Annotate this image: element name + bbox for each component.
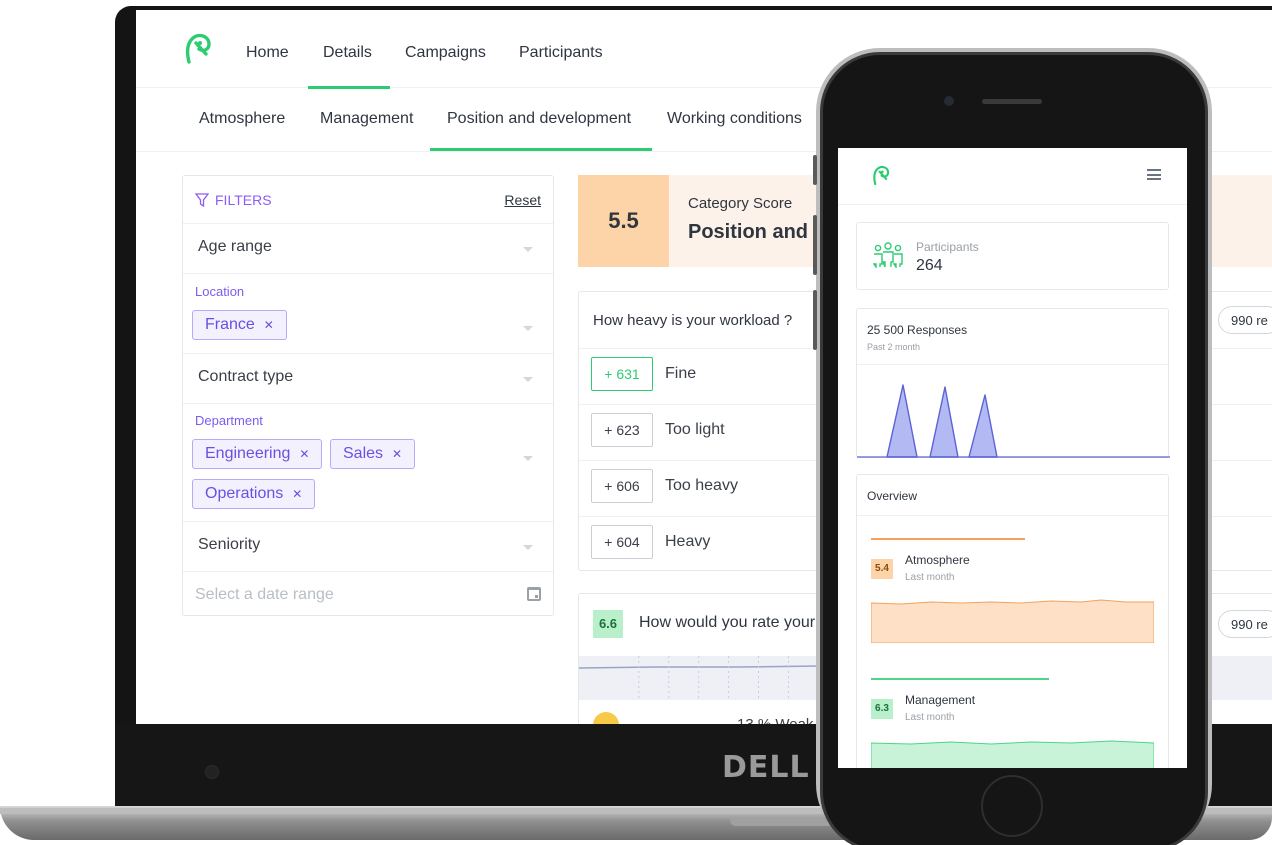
filters-panel: FILTERS Reset Age range Location France ✕…	[182, 175, 554, 616]
answer-label: Heavy	[665, 533, 711, 550]
close-icon[interactable]: ✕	[292, 487, 302, 501]
atmosphere-trend-chart	[871, 599, 1154, 643]
overview-card: Overview 5.4 Atmosphere Last month 6.3 M…	[856, 474, 1169, 768]
date-range-placeholder: Select a date range	[195, 586, 334, 603]
management-score: 6.3	[871, 699, 893, 719]
chevron-down-icon	[523, 456, 533, 461]
nav-campaigns[interactable]: Campaigns	[405, 44, 486, 62]
answer-count: + 604	[591, 525, 653, 559]
reset-link[interactable]: Reset	[504, 192, 541, 208]
management-label: Management	[905, 693, 976, 707]
department-label: Department	[195, 413, 263, 428]
answer-count: + 623	[591, 413, 653, 447]
tab-working-conditions[interactable]: Working conditions	[667, 110, 802, 128]
chip-label: Engineering	[205, 445, 291, 462]
question-title: How heavy is your workload ?	[593, 312, 793, 329]
participants-card: Participants 264	[856, 222, 1169, 290]
atmosphere-label: Atmosphere	[905, 553, 970, 567]
chip-france[interactable]: France ✕	[192, 310, 287, 340]
responses-pill[interactable]: 990 re	[1218, 610, 1272, 638]
calendar-icon[interactable]	[527, 587, 541, 601]
filters-title: FILTERS	[195, 192, 272, 208]
chip-label: France	[205, 316, 255, 333]
seniority-label: Seniority	[198, 536, 261, 553]
dell-logo: DELL	[722, 750, 810, 785]
atmosphere-score: 5.4	[871, 559, 893, 579]
responses-card: 25 500 Responses Past 2 month	[856, 308, 1170, 458]
chip-engineering[interactable]: Engineering ✕	[192, 439, 323, 469]
webcam-icon	[205, 765, 219, 779]
responses-pill[interactable]: 990 re	[1218, 306, 1272, 334]
date-range-input[interactable]: Select a date range	[183, 572, 553, 616]
overview-title: Overview	[867, 489, 918, 503]
phone-mute-button	[813, 155, 817, 185]
tab-management[interactable]: Management	[320, 110, 413, 128]
management-period: Last month	[905, 712, 955, 723]
responses-subtitle: Past 2 month	[867, 342, 921, 352]
responses-title: 25 500 Responses	[867, 323, 968, 337]
chevron-down-icon	[523, 545, 533, 550]
phone-screen: Participants 264 25 500 Responses Past 2…	[838, 148, 1187, 768]
seniority-select[interactable]: Seniority	[183, 522, 553, 572]
management-progress-bar	[871, 678, 1049, 680]
people-icon	[873, 242, 903, 268]
department-select[interactable]: Department Engineering ✕ Sales ✕ Operation…	[183, 404, 553, 522]
age-range-label: Age range	[198, 238, 272, 255]
age-range-select[interactable]: Age range	[183, 224, 553, 274]
contract-type-select[interactable]: Contract type	[183, 354, 553, 404]
phone-home-button	[981, 775, 1043, 837]
filters-header: FILTERS Reset	[183, 176, 553, 224]
nav-details[interactable]: Details	[323, 44, 372, 62]
overview-divider	[857, 515, 1168, 516]
contract-type-label: Contract type	[198, 368, 294, 385]
phone-volume-down-button	[813, 290, 817, 350]
question-score: 6.6	[593, 610, 623, 638]
close-icon[interactable]: ✕	[392, 447, 402, 461]
management-trend-chart	[871, 740, 1154, 768]
category-score-value: 5.5	[578, 175, 669, 267]
atmosphere-period: Last month	[905, 572, 955, 583]
answer-count: + 606	[591, 469, 653, 503]
hamburger-icon[interactable]	[1147, 169, 1161, 180]
app-logo-icon[interactable]	[872, 164, 890, 186]
chip-label: Operations	[205, 485, 284, 502]
phone-speaker	[982, 99, 1042, 104]
location-select[interactable]: Location France ✕	[183, 274, 553, 354]
answer-label: Too light	[665, 421, 725, 438]
chevron-down-icon	[523, 326, 533, 331]
atmosphere-progress-bar	[871, 538, 1025, 540]
responses-divider	[857, 364, 1168, 365]
tab-position-and-development[interactable]: Position and development	[447, 110, 631, 128]
mobile-header-divider	[838, 204, 1187, 205]
chevron-down-icon	[523, 377, 533, 382]
nav-home[interactable]: Home	[246, 44, 289, 62]
location-label: Location	[195, 284, 245, 299]
chip-sales[interactable]: Sales ✕	[330, 439, 416, 469]
tab-active-indicator	[430, 148, 652, 151]
chip-operations[interactable]: Operations ✕	[192, 479, 316, 509]
answer-count: + 631	[591, 357, 653, 391]
responses-sparkline-chart	[857, 384, 1170, 458]
filters-title-text: FILTERS	[215, 192, 272, 208]
answer-label: Too heavy	[665, 477, 738, 494]
participants-label: Participants	[916, 240, 979, 254]
phone-camera-icon	[944, 96, 954, 106]
phone-volume-up-button	[813, 215, 817, 275]
nav-participants[interactable]: Participants	[519, 44, 603, 62]
close-icon[interactable]: ✕	[299, 447, 309, 461]
participants-value: 264	[916, 257, 943, 274]
smiley-icon	[593, 712, 619, 724]
chip-label: Sales	[343, 445, 384, 462]
weak-percent: 13 % Weak	[737, 716, 813, 724]
answer-label: Fine	[665, 365, 697, 382]
chevron-down-icon	[523, 247, 533, 252]
tab-atmosphere[interactable]: Atmosphere	[199, 110, 285, 128]
app-logo-icon[interactable]	[184, 32, 212, 64]
question-title: How would you rate your	[639, 614, 816, 631]
close-icon[interactable]: ✕	[264, 318, 274, 332]
filter-icon	[195, 193, 209, 207]
category-score-label: Category Score	[688, 195, 793, 212]
